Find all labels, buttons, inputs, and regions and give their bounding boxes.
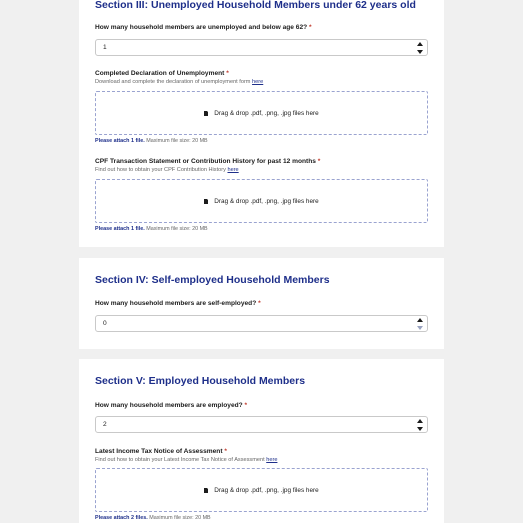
attach-note: Please attach 1 file. Maximum file size:… <box>95 226 208 232</box>
file-icon <box>204 198 209 204</box>
section-4-card: Section IV: Self-employed Household Memb… <box>79 258 444 349</box>
file-icon <box>204 110 209 116</box>
question-label: How many household members are self-empl… <box>95 300 261 307</box>
employed-count-stepper[interactable]: 2 <box>95 416 428 433</box>
declaration-label: Completed Declaration of Unemployment * <box>95 70 229 77</box>
unemployed-count-stepper[interactable]: 1 <box>95 39 428 56</box>
file-icon <box>204 487 209 493</box>
declaration-help: Download and complete the declaration of… <box>95 79 264 85</box>
section-3-card: Section III: Unemployed Household Member… <box>79 0 444 247</box>
tax-notice-label: Latest Income Tax Notice of Assessment * <box>95 448 227 455</box>
cpf-help: Find out how to obtain your CPF Contribu… <box>95 167 239 173</box>
stepper-value: 0 <box>103 319 107 327</box>
tax-notice-dropzone[interactable]: Drag & drop .pdf, .png, .jpg files here <box>95 468 428 512</box>
tax-notice-help: Find out how to obtain your Latest Incom… <box>95 457 278 463</box>
question-label: How many household members are employed?… <box>95 402 248 409</box>
section-5-card: Section V: Employed Household Members Ho… <box>79 359 444 523</box>
question-label: How many household members are unemploye… <box>95 24 312 31</box>
attach-note: Please attach 2 files. Maximum file size… <box>95 515 211 521</box>
self-employed-count-stepper[interactable]: 0 <box>95 315 428 332</box>
stepper-value: 2 <box>103 420 107 428</box>
attach-note: Please attach 1 file. Maximum file size:… <box>95 138 208 144</box>
tax-notice-link[interactable]: here <box>266 457 277 463</box>
section-title: Section III: Unemployed Household Member… <box>95 0 416 11</box>
stepper-value: 1 <box>103 43 107 51</box>
declaration-dropzone[interactable]: Drag & drop .pdf, .png, .jpg files here <box>95 91 428 135</box>
cpf-dropzone[interactable]: Drag & drop .pdf, .png, .jpg files here <box>95 179 428 223</box>
chevron-up-down-icon[interactable] <box>417 42 424 54</box>
chevron-up-down-icon[interactable] <box>417 318 424 330</box>
section-title: Section V: Employed Household Members <box>95 375 306 387</box>
cpf-label: CPF Transaction Statement or Contributio… <box>95 158 321 165</box>
declaration-form-link[interactable]: here <box>252 79 263 85</box>
chevron-up-down-icon[interactable] <box>417 419 424 431</box>
section-title: Section IV: Self-employed Household Memb… <box>95 274 330 286</box>
cpf-history-link[interactable]: here <box>227 167 238 173</box>
